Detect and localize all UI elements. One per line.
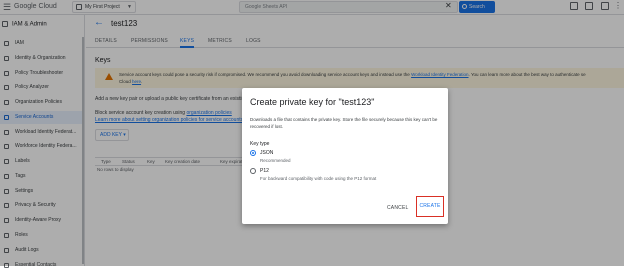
p12-option-help: For backward compatibility with code usi…	[260, 176, 377, 181]
dialog-description: Downloads a file that contains the priva…	[250, 117, 438, 129]
p12-option-label[interactable]: P12	[260, 168, 269, 174]
create-button[interactable]: CREATE	[416, 196, 444, 217]
json-option-help: Recommended	[260, 158, 291, 163]
json-option-label[interactable]: JSON	[260, 150, 273, 156]
p12-radio[interactable]	[250, 168, 256, 174]
create-private-key-dialog: Create private key for "test123" Downloa…	[242, 88, 448, 224]
cancel-button[interactable]: CANCEL	[387, 205, 408, 211]
json-radio[interactable]	[250, 150, 256, 156]
key-type-label: Key type	[250, 141, 270, 147]
dialog-title: Create private key for "test123"	[250, 97, 375, 107]
